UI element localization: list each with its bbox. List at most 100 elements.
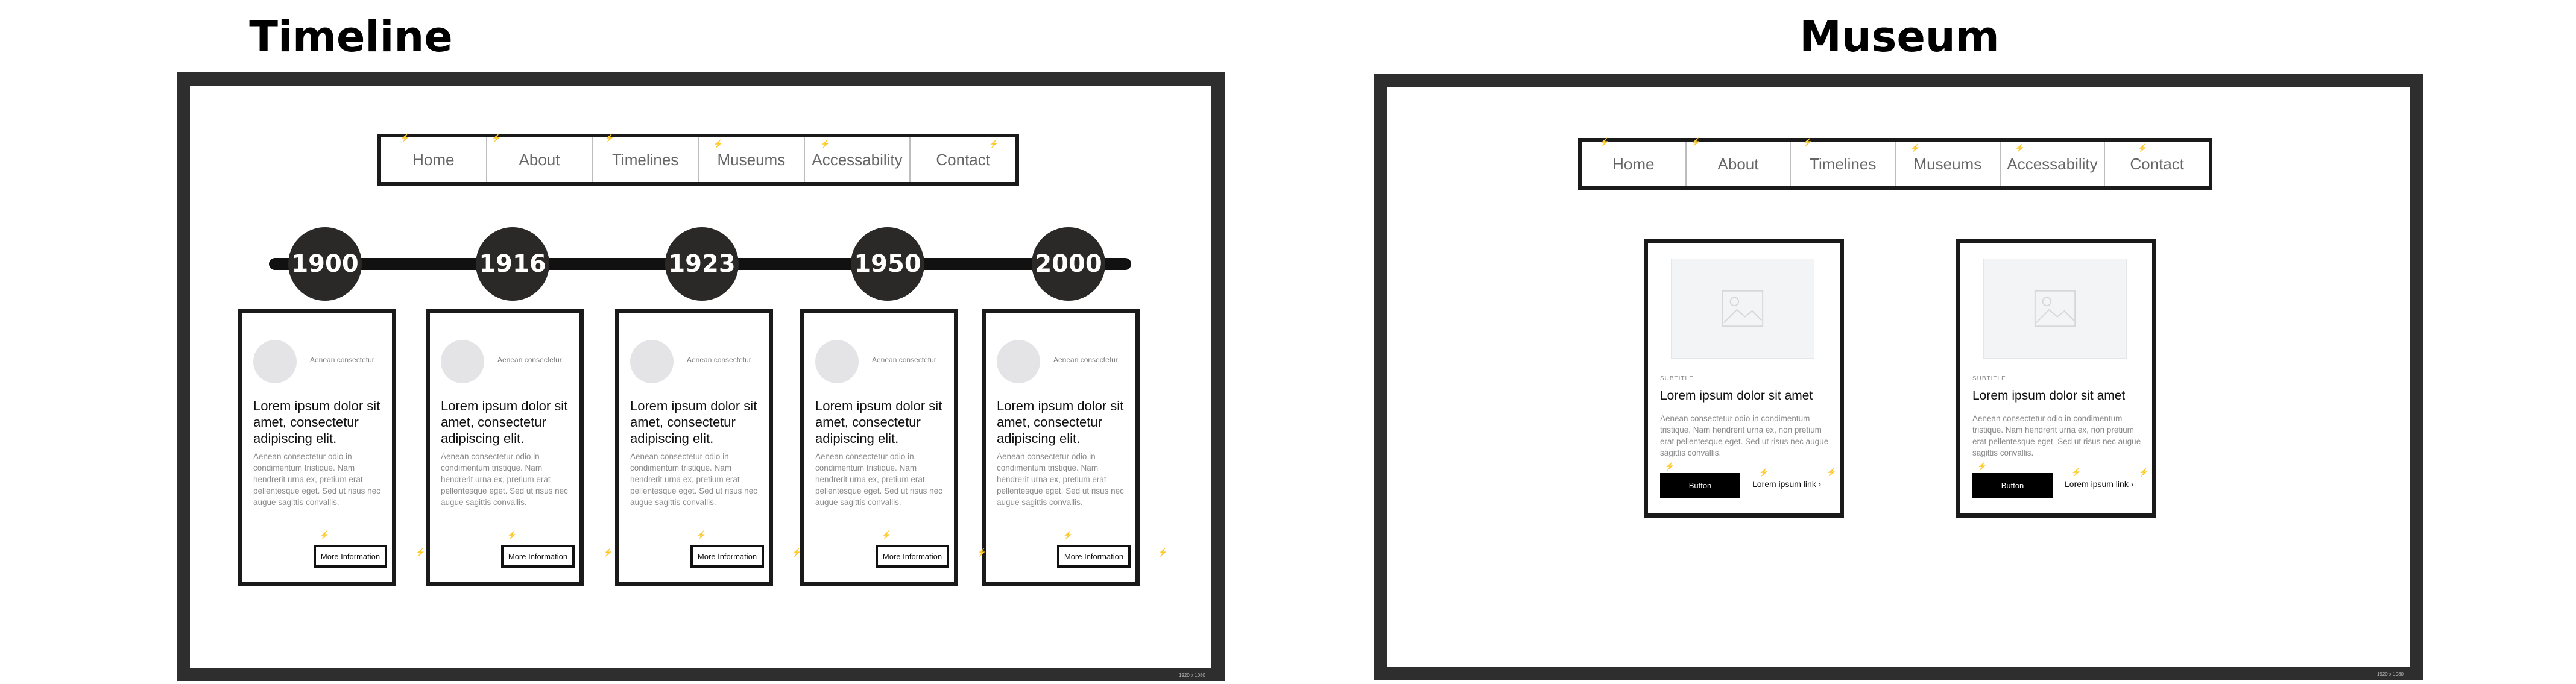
more-information-button[interactable]: More Information <box>314 545 387 568</box>
image-placeholder <box>1983 259 2127 359</box>
nav-item-about[interactable]: ⚡ About <box>487 134 593 182</box>
museum-card: SUBTITLE Lorem ipsum dolor sit amet Aene… <box>1644 239 1844 518</box>
nav-item-museums[interactable]: ⚡ Museums <box>1896 142 2001 186</box>
bolt-icon: ⚡ <box>1063 530 1073 539</box>
avatar <box>997 340 1040 383</box>
timeline-card: Aenean consectetur Lorem ipsum dolor sit… <box>238 309 396 586</box>
bolt-icon: ⚡ <box>2015 143 2025 152</box>
card-body: Aenean consectetur odio in condimentum t… <box>630 452 757 507</box>
bolt-icon: ⚡ <box>415 548 426 557</box>
more-information-button[interactable]: More Information <box>501 545 575 568</box>
bolt-icon: ⚡ <box>1977 462 1987 471</box>
frame-size-tag: 1920 x 1080 <box>1178 673 1205 678</box>
nav-item-timelines[interactable]: ⚡ Timelines <box>593 133 699 182</box>
timeline-year-marker[interactable]: 1923 <box>665 227 739 301</box>
nav-item-label: About <box>519 150 560 169</box>
card-body: Aenean consectetur odio in condimentum t… <box>1972 414 2141 457</box>
timeline-card: Aenean consectetur Lorem ipsum dolor sit… <box>426 309 584 586</box>
bolt-icon: ⚡ <box>820 139 830 148</box>
bolt-icon: ⚡ <box>320 530 330 539</box>
nav-item-contact[interactable]: ⚡ Contact <box>2105 142 2209 186</box>
nav-item-home[interactable]: ⚡ Home <box>381 133 487 182</box>
card-subtitle: Aenean consectetur <box>497 356 562 364</box>
card-subtitle: Aenean consectetur <box>687 356 751 364</box>
image-placeholder <box>1671 259 1814 359</box>
museum-nav-bar: ⚡ Home ⚡ About ⚡ Timelines ⚡ Museums ⚡ Access… <box>1578 138 2212 190</box>
card-heading: Lorem ipsum dolor sit amet, consectetur … <box>815 398 942 446</box>
card-link[interactable]: Lorem ipsum link › <box>2065 479 2133 489</box>
nav-item-label: Contact <box>2130 154 2184 173</box>
card-heading: Lorem ipsum dolor sit amet, consectetur … <box>441 398 568 446</box>
bolt-icon: ⚡ <box>603 548 613 557</box>
bolt-icon: ⚡ <box>1910 143 1921 152</box>
nav-item-home[interactable]: ⚡ Home <box>1582 138 1687 186</box>
avatar <box>630 340 674 383</box>
card-heading: Lorem ipsum dolor sit amet, consectetur … <box>253 398 380 446</box>
more-information-button[interactable]: More Information <box>1057 545 1131 568</box>
timeline-card: Aenean consectetur Lorem ipsum dolor sit… <box>800 309 958 586</box>
nav-item-accessability[interactable]: ⚡ Accessability <box>805 137 911 182</box>
bolt-icon: ⚡ <box>713 139 724 148</box>
avatar <box>441 340 484 383</box>
card-heading: Lorem ipsum dolor sit amet, consectetur … <box>630 398 757 446</box>
card-subtitle: Aenean consectetur <box>1053 356 1118 364</box>
card-body: Aenean consectetur odio in condimentum t… <box>253 452 380 507</box>
bolt-icon: ⚡ <box>1826 468 1837 477</box>
nav-item-label: Timelines <box>612 150 679 169</box>
bolt-icon: ⚡ <box>882 530 892 539</box>
card-eyebrow: SUBTITLE <box>1660 375 1694 382</box>
card-link[interactable]: Lorem ipsum link › <box>1752 479 1821 489</box>
card-subtitle: Aenean consectetur <box>872 356 936 364</box>
timeline-card: Aenean consectetur Lorem ipsum dolor sit… <box>615 309 773 586</box>
avatar <box>253 340 297 383</box>
nav-item-label: Contact <box>936 150 990 169</box>
bolt-icon: ⚡ <box>1158 548 1168 557</box>
bolt-icon: ⚡ <box>1803 137 1813 146</box>
timeline-year-marker[interactable]: 1950 <box>851 227 924 301</box>
timeline-year-marker[interactable]: 2000 <box>1032 227 1105 301</box>
nav-item-label: Museums <box>717 150 786 169</box>
nav-item-label: Home <box>412 150 455 169</box>
bolt-icon: ⚡ <box>977 548 987 557</box>
card-body: Aenean consectetur odio in condimentum t… <box>997 452 1124 507</box>
bolt-icon: ⚡ <box>400 133 411 142</box>
card-body: Aenean consectetur odio in condimentum t… <box>441 452 568 507</box>
nav-item-museums[interactable]: ⚡ Museums <box>699 137 805 182</box>
bolt-icon: ⚡ <box>507 530 517 539</box>
image-placeholder-icon <box>2034 290 2076 327</box>
timeline-year-marker[interactable]: 1916 <box>476 227 549 301</box>
nav-item-about[interactable]: ⚡ About <box>1687 138 1792 186</box>
nav-item-accessability[interactable]: ⚡ Accessability <box>2001 142 2106 186</box>
bolt-icon: ⚡ <box>989 139 999 148</box>
card-button[interactable]: Button <box>1972 473 2053 498</box>
avatar <box>815 340 859 383</box>
bolt-icon: ⚡ <box>1600 137 1610 146</box>
nav-item-contact[interactable]: ⚡ Contact <box>911 137 1015 182</box>
timeline-year-marker[interactable]: 1900 <box>288 227 362 301</box>
card-button[interactable]: Button <box>1660 473 1740 498</box>
nav-item-label: Timelines <box>1810 154 1877 173</box>
bolt-icon: ⚡ <box>605 133 615 142</box>
museum-card: SUBTITLE Lorem ipsum dolor sit amet Aene… <box>1956 239 2156 518</box>
bolt-icon: ⚡ <box>2071 468 2082 477</box>
frame-size-tag: 1920 x 1080 <box>2376 671 2404 677</box>
image-placeholder-icon <box>1722 290 1764 327</box>
card-subtitle: Aenean consectetur <box>310 356 374 364</box>
nav-item-timelines[interactable]: ⚡ Timelines <box>1791 138 1896 186</box>
nav-item-label: Accessability <box>2007 154 2098 173</box>
card-eyebrow: SUBTITLE <box>1972 375 2006 382</box>
card-body: Aenean consectetur odio in condimentum t… <box>815 452 942 507</box>
card-heading: Lorem ipsum dolor sit amet <box>1972 389 2126 403</box>
nav-item-label: About <box>1717 154 1759 173</box>
more-information-button[interactable]: More Information <box>876 545 949 568</box>
bolt-icon: ⚡ <box>792 548 802 557</box>
more-information-button[interactable]: More Information <box>690 545 764 568</box>
nav-item-label: Museums <box>1913 154 1982 173</box>
card-heading: Lorem ipsum dolor sit amet, consectetur … <box>997 398 1124 446</box>
bolt-icon: ⚡ <box>1665 462 1675 471</box>
nav-item-label: Accessability <box>812 150 903 169</box>
bolt-icon: ⚡ <box>1759 468 1769 477</box>
card-body: Aenean consectetur odio in condimentum t… <box>1660 414 1829 457</box>
timeline-frame-title: Timeline <box>249 12 453 61</box>
bolt-icon: ⚡ <box>696 530 707 539</box>
